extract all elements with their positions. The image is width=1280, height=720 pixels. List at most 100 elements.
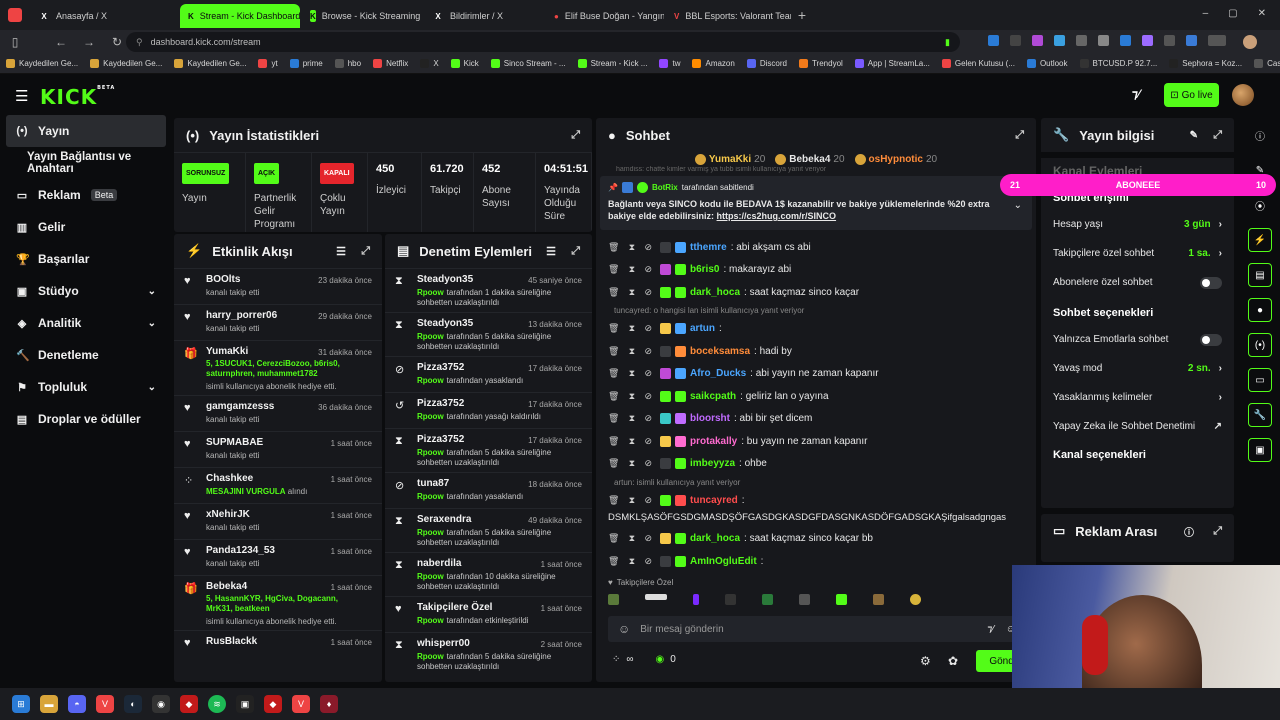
bookmark-item[interactable]: hbo	[329, 59, 367, 68]
setting-row[interactable]: Abonelere özel sohbet	[1041, 268, 1234, 297]
chat-username[interactable]: Afro_Ducks	[690, 368, 746, 379]
app-icon[interactable]: ♦	[320, 695, 338, 713]
chat-username[interactable]: protakally	[690, 436, 737, 447]
back-icon[interactable]: ←	[50, 35, 72, 49]
browser-menu-icon[interactable]	[0, 0, 30, 30]
chat-message[interactable]: 🗑 ⧗ ⊘ bloorsht: abi bir şet dicem	[596, 408, 1036, 431]
ban-icon[interactable]: ⊘	[644, 368, 652, 379]
pinned-expand-chevron-icon[interactable]: ⌄	[1014, 200, 1022, 211]
obs-icon[interactable]: ◉	[152, 695, 170, 713]
bookmark-item[interactable]: Kaydedilen Ge...	[168, 59, 252, 68]
delete-icon[interactable]: 🗑	[608, 556, 619, 567]
chat-message[interactable]: 🗑 ⧗ ⊘ b6ris0: makarayız abi	[596, 259, 1036, 282]
timeout-icon[interactable]: ⧗	[629, 242, 635, 253]
setting-row[interactable]: Yapay Zeka ile Sohbet Denetimi ↗	[1041, 412, 1234, 441]
sidebar-item[interactable]: ▣ Stüdyo ⌄	[0, 275, 172, 307]
bookmark-item[interactable]: X	[414, 59, 444, 68]
delete-icon[interactable]: 🗑	[608, 323, 619, 334]
vpn-badge[interactable]	[1208, 35, 1226, 46]
user-avatar[interactable]	[1232, 84, 1254, 106]
delete-icon[interactable]: 🗑	[608, 368, 619, 379]
tv-icon[interactable]: ▣	[1248, 438, 1272, 462]
chat-username[interactable]: dark_hoca	[690, 533, 740, 544]
expand-icon[interactable]: ⤢	[1213, 525, 1222, 538]
emote-icon[interactable]	[799, 594, 810, 605]
sidebar-toggle-icon[interactable]: ▯	[4, 35, 26, 49]
chevron-down-icon[interactable]: ⌄	[148, 286, 156, 297]
broadcast-icon[interactable]: (•)	[1248, 333, 1272, 357]
browser-tab[interactable]: K Stream - Kick Dashboard	[180, 4, 300, 28]
pinned-link[interactable]: https://cs2hug.com/r/SINCO	[717, 211, 837, 221]
document-icon[interactable]: ▤	[1248, 263, 1272, 287]
user-badge-icon[interactable]: ✿	[948, 654, 958, 668]
moderation-item[interactable]: ⧗ Steadyon35 Rpoow tarafından 1 dakika süre…	[385, 268, 592, 312]
setting-toggle[interactable]	[1200, 277, 1222, 289]
setting-row[interactable]: Hesap yaşı 3 gün ›	[1041, 210, 1234, 239]
moderation-item[interactable]: ♥ Takipçilere Özel Rpoow tarafından etkinle…	[385, 596, 592, 632]
camera-icon[interactable]: ⦿	[1248, 193, 1272, 217]
sidebar-item[interactable]: ▤ Droplar ve ödüller	[0, 403, 172, 435]
timeout-icon[interactable]: ⧗	[629, 495, 635, 506]
ban-icon[interactable]: ⊘	[644, 323, 652, 334]
vivaldi-icon[interactable]: V	[292, 695, 310, 713]
sidebar-item[interactable]: (•) Yayın	[6, 115, 166, 147]
sidebar-item[interactable]: Yayın Bağlantısı ve Anahtarı	[0, 147, 172, 179]
emote-picker-icon[interactable]: ☺	[618, 622, 630, 636]
ban-icon[interactable]: ⊘	[644, 533, 652, 544]
timeout-icon[interactable]: ⧗	[629, 287, 635, 298]
bookmark-icon[interactable]: ▮	[945, 37, 950, 48]
chat-message[interactable]: 🗑 ⧗ ⊘ boceksamsa: hadi by	[596, 340, 1036, 363]
ban-icon[interactable]: ⊘	[644, 458, 652, 469]
sidebar-item[interactable]: ▭ Reklam Beta	[0, 179, 172, 211]
minimize-icon[interactable]: –	[1203, 8, 1209, 19]
setting-row[interactable]: Yavaş mod 2 sn. ›	[1041, 354, 1234, 383]
chat-username[interactable]: tuncayred	[690, 495, 738, 506]
app-icon[interactable]: ◆	[264, 695, 282, 713]
extension-icon[interactable]	[1120, 35, 1131, 46]
chevron-down-icon[interactable]: ⌄	[148, 318, 156, 329]
maximize-icon[interactable]: ▢	[1228, 8, 1237, 19]
delete-icon[interactable]: 🗑	[608, 436, 619, 447]
chat-username[interactable]: saikcpath	[690, 391, 736, 402]
expand-icon[interactable]: ⤢	[571, 129, 580, 142]
delete-icon[interactable]: 🗑	[608, 242, 619, 253]
sidebar-item[interactable]: 🔨 Denetleme	[0, 339, 172, 371]
extension-icon[interactable]	[1098, 35, 1109, 46]
extension-icon[interactable]	[1032, 35, 1043, 46]
activity-item[interactable]: ♥ Panda1234_53 kanalı takip etti 1 saat önc…	[174, 539, 382, 575]
top-gifter[interactable]: YumaKki 20	[694, 152, 765, 166]
moderation-item[interactable]: ⧗ Steadyon35 Rpoow tarafından 5 dakika süre…	[385, 312, 592, 356]
app-icon[interactable]: ◆	[180, 695, 198, 713]
bookmark-item[interactable]: Kick	[445, 59, 485, 68]
timeout-icon[interactable]: ⧗	[629, 436, 635, 447]
chevron-right-icon[interactable]: ›	[1219, 248, 1222, 259]
chevron-right-icon[interactable]: ↗	[1214, 421, 1222, 432]
emote-icon[interactable]	[608, 594, 619, 605]
chat-username[interactable]: b6ris0	[690, 264, 719, 275]
moderation-item[interactable]: ⧗ whisperr00 Rpoow tarafından 5 dakika süre…	[385, 632, 592, 676]
bookmark-item[interactable]: Discord	[741, 59, 793, 68]
timeout-icon[interactable]: ⧗	[629, 556, 635, 567]
emote-icon[interactable]	[693, 594, 699, 605]
bookmark-item[interactable]: Amazon	[686, 59, 740, 68]
setting-toggle[interactable]	[1200, 334, 1222, 346]
extension-icon[interactable]	[1142, 35, 1153, 46]
delete-icon[interactable]: 🗑	[608, 346, 619, 357]
chevron-right-icon[interactable]: ›	[1219, 363, 1222, 374]
chevron-down-icon[interactable]: ⌄	[148, 382, 156, 393]
chat-username[interactable]: imbeyyza	[690, 458, 735, 469]
chat-message[interactable]: 🗑 ⧗ ⊘ AmInOgluEdit:	[596, 550, 1036, 573]
delete-icon[interactable]: 🗑	[608, 495, 619, 506]
emote-icon[interactable]	[910, 594, 921, 605]
expand-icon[interactable]: ⤢	[361, 245, 370, 258]
moderation-item[interactable]: ⧗ naberdila Rpoow tarafından 10 dakika süre…	[385, 552, 592, 596]
delete-icon[interactable]: 🗑	[608, 391, 619, 402]
extension-icon[interactable]	[988, 35, 999, 46]
chat-message[interactable]: 🗑 ⧗ ⊘ protakally: bu yayın ne zaman kapanır	[596, 430, 1036, 453]
activity-item[interactable]: ⁘ Chashkee MESAJINI VURGULA alındı 1 saat ö…	[174, 467, 382, 503]
extension-icon[interactable]	[1010, 35, 1021, 46]
expand-icon[interactable]: ⤢	[1015, 129, 1024, 142]
activity-item[interactable]: ♥ RusBlackk 1 saat önce	[174, 630, 382, 666]
emote-icon[interactable]	[836, 594, 847, 605]
bookmark-item[interactable]: Sephora = Koz...	[1163, 59, 1248, 68]
